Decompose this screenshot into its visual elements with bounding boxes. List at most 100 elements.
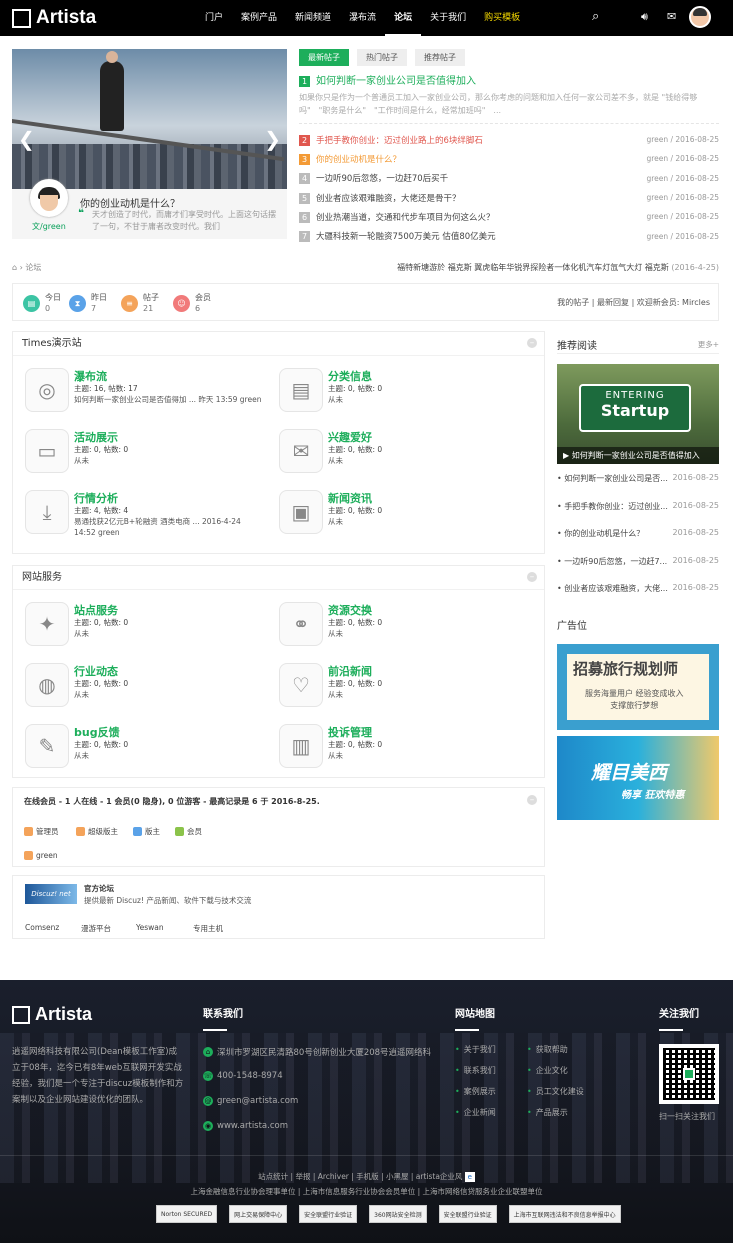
site-logo[interactable]: Artista [12,7,96,29]
ad-banner-west[interactable]: 耀目美西 畅享 狂欢特惠 [557,736,719,820]
post-title[interactable]: 一边听90后忽悠，一边赶70后买千 [316,174,448,184]
forum-last-post[interactable]: 从未 [328,628,518,639]
post-title[interactable]: 你的创业动机是什么？ [316,155,401,165]
post-title[interactable]: 创业者应该艰难融资，大佬还是骨干？ [316,194,461,204]
mail-icon[interactable]: ✉ [667,9,676,25]
volume-icon[interactable]: 🔊︎ [641,9,648,25]
slider-image[interactable] [12,49,287,189]
sitemap-link[interactable]: 关于我们 [455,1044,496,1055]
forum-last-post[interactable]: 如何判断一家创业公司是否值得加 ... 昨天 13:59 green [74,394,264,405]
sitemap-link[interactable]: 企业新闻 [455,1107,496,1118]
recommend-item-title[interactable]: 一边听90后忽悠，一边赶7... [564,557,667,566]
forum-item[interactable]: ◎ 瀑布流 主题: 16, 帖数: 17 如何判断一家创业公司是否值得加 ... 昨天… [25,368,265,420]
discuz-logo[interactable]: Discuz! net [25,884,77,904]
forum-name[interactable]: 投诉管理 [328,724,372,740]
sitemap-link[interactable]: 获取帮助 [527,1044,568,1055]
forum-name[interactable]: 新闻资讯 [328,490,372,506]
trust-badge[interactable]: 360网站安全检测 [369,1205,427,1223]
slider-author[interactable]: 文/green [32,221,66,232]
forum-last-post[interactable]: 从未 [74,628,264,639]
forum-icon[interactable]: ✦ [25,602,69,646]
tab-latest[interactable]: 最新帖子 [299,49,349,66]
forum-name[interactable]: 前沿新闻 [328,663,372,679]
trust-badge[interactable]: 安全联盟行业验证 [299,1205,358,1223]
sitemap-link[interactable]: 联系我们 [455,1065,496,1076]
forum-last-post[interactable]: 从未 [328,455,518,466]
forum-item[interactable]: ✦ 站点服务 主题: 0, 帖数: 0 从未 [25,602,265,654]
forum-item[interactable]: ⤓ 行情分析 主题: 4, 帖数: 4 易通找获2亿元B+轮融资 酒类电商 ... 2… [25,490,265,542]
recommend-item-title[interactable]: 手把手教你创业：迈过创业... [564,502,668,511]
forum-icon[interactable]: ✎ [25,724,69,768]
slider-next-icon[interactable]: ❯ [264,127,281,151]
forum-name[interactable]: 站点服务 [74,602,118,618]
collapse-icon[interactable]: – [527,338,537,348]
forum-item[interactable]: ✎ bug反馈 主题: 0, 帖数: 0 从未 [25,724,265,776]
link-item[interactable]: 专用主机 [193,923,223,934]
contact-item[interactable]: ☏ 400-1548-8974 [203,1071,283,1081]
post-title[interactable]: 大疆科技新一轮融资7500万美元 估值80亿美元 [316,232,496,242]
forum-icon[interactable]: ▭ [25,429,69,473]
contact-item[interactable]: ◉ www.artista.com [203,1121,288,1131]
tab-recommended[interactable]: 推荐帖子 [415,49,465,66]
contact-item[interactable]: ⌂ 深圳市罗湖区民清路80号创新创业大厦208号逍遥网络科 [203,1046,431,1058]
contact-text[interactable]: green@artista.com [217,1096,298,1106]
sitemap-link[interactable]: 案例展示 [455,1086,496,1097]
recommend-item[interactable]: • 手把手教你创业：迈过创业... 2016-08-25 [557,501,719,512]
nav-home[interactable]: 门户 [196,0,232,36]
post-title[interactable]: 创业热潮当道，交通和代步车项目为何这么火？ [316,213,495,223]
bottom-links[interactable]: 站点统计 | 举报 | Archiver | 手机版 | 小黑屋 | artis… [258,1172,462,1181]
forum-name[interactable]: 瀑布流 [74,368,107,384]
forum-name[interactable]: 分类信息 [328,368,372,384]
forum-icon[interactable]: ◍ [25,663,69,707]
nav-forum[interactable]: 论坛 [385,0,422,36]
forum-item[interactable]: ◍ 行业动态 主题: 0, 帖数: 0 从未 [25,663,265,715]
forum-last-post[interactable]: 从未 [328,394,518,405]
contact-text[interactable]: 400-1548-8974 [217,1071,283,1081]
post-title[interactable]: 手把手教你创业：迈过创业路上的6块绊脚石 [316,136,483,146]
post-item[interactable]: 2 手把手教你创业：迈过创业路上的6块绊脚石 green / 2016-08-25 [299,130,719,149]
forum-name[interactable]: 活动展示 [74,429,118,445]
breadcrumb-forum[interactable]: 论坛 [25,263,41,272]
home-icon[interactable]: ⌂ [12,263,17,272]
author-avatar[interactable] [30,179,68,217]
forum-last-post[interactable]: 从未 [74,455,264,466]
link-item[interactable]: Comsenz [25,923,59,932]
collapse-icon[interactable]: – [527,572,537,582]
notice-text[interactable]: 福特新塘游於 福克斯 翼虎临年华锐界探险者一体化机汽车灯氙气大灯 福克斯 [397,263,669,272]
more-link[interactable]: 更多+ [698,339,719,350]
recommend-item[interactable]: • 创业者应该艰难融资，大佬... 2016-08-25 [557,583,719,594]
online-user[interactable]: green [24,851,58,860]
contact-text[interactable]: www.artista.com [217,1121,288,1131]
trust-badge[interactable]: 网上交易保障中心 [229,1205,288,1223]
forum-item[interactable]: ♡ 前沿新闻 主题: 0, 帖数: 0 从未 [279,663,519,715]
forum-item[interactable]: ⚭ 资源交换 主题: 0, 帖数: 0 从未 [279,602,519,654]
nav-about[interactable]: 关于我们 [421,0,475,36]
link-title[interactable]: 官方论坛 [84,883,114,894]
post-item[interactable]: 4 一边听90后忽悠，一边赶70后买千 green / 2016-08-25 [299,169,719,188]
recommend-item[interactable]: • 你的创业动机是什么？ 2016-08-25 [557,528,719,539]
contact-text[interactable]: 深圳市罗湖区民清路80号创新创业大厦208号逍遥网络科 [217,1046,431,1058]
nav-waterfall[interactable]: 瀑布流 [340,0,385,36]
trust-badge[interactable]: 安全联盟行业验证 [438,1205,497,1223]
collapse-icon[interactable]: – [527,795,537,805]
forum-name[interactable]: bug反馈 [74,724,120,740]
sitemap-link[interactable]: 产品展示 [527,1107,568,1118]
post-item[interactable]: 6 创业热潮当道，交通和代步车项目为何这么火？ green / 2016-08-25 [299,207,719,226]
recommend-item-title[interactable]: 如何判断一家创业公司是否... [564,474,668,483]
forum-item[interactable]: ▭ 活动展示 主题: 0, 帖数: 0 从未 [25,429,265,481]
contact-item[interactable]: @ green@artista.com [203,1096,298,1106]
featured-title[interactable]: 如何判断一家创业公司是否值得加入 [316,76,476,87]
forum-icon[interactable]: ⚭ [279,602,323,646]
forum-item[interactable]: ✉ 兴趣爱好 主题: 0, 帖数: 0 从未 [279,429,519,481]
trust-badge[interactable]: 上海市互联网违法和不良信息举报中心 [508,1205,621,1223]
recommend-caption[interactable]: ▶ 如何判断一家创业公司是否值得加入 [557,447,719,464]
recommend-item-title[interactable]: 创业者应该艰难融资，大佬... [564,584,668,593]
user-avatar[interactable] [689,6,711,28]
post-item[interactable]: 5 创业者应该艰难融资，大佬还是骨干？ green / 2016-08-25 [299,188,719,207]
nav-cases[interactable]: 案例产品 [232,0,286,36]
sitemap-link[interactable]: 员工文化建设 [527,1086,584,1097]
forum-icon[interactable]: ♡ [279,663,323,707]
trust-badge[interactable]: Norton SECURED [156,1205,218,1223]
forum-name[interactable]: 资源交换 [328,602,372,618]
forum-name[interactable]: 行业动态 [74,663,118,679]
